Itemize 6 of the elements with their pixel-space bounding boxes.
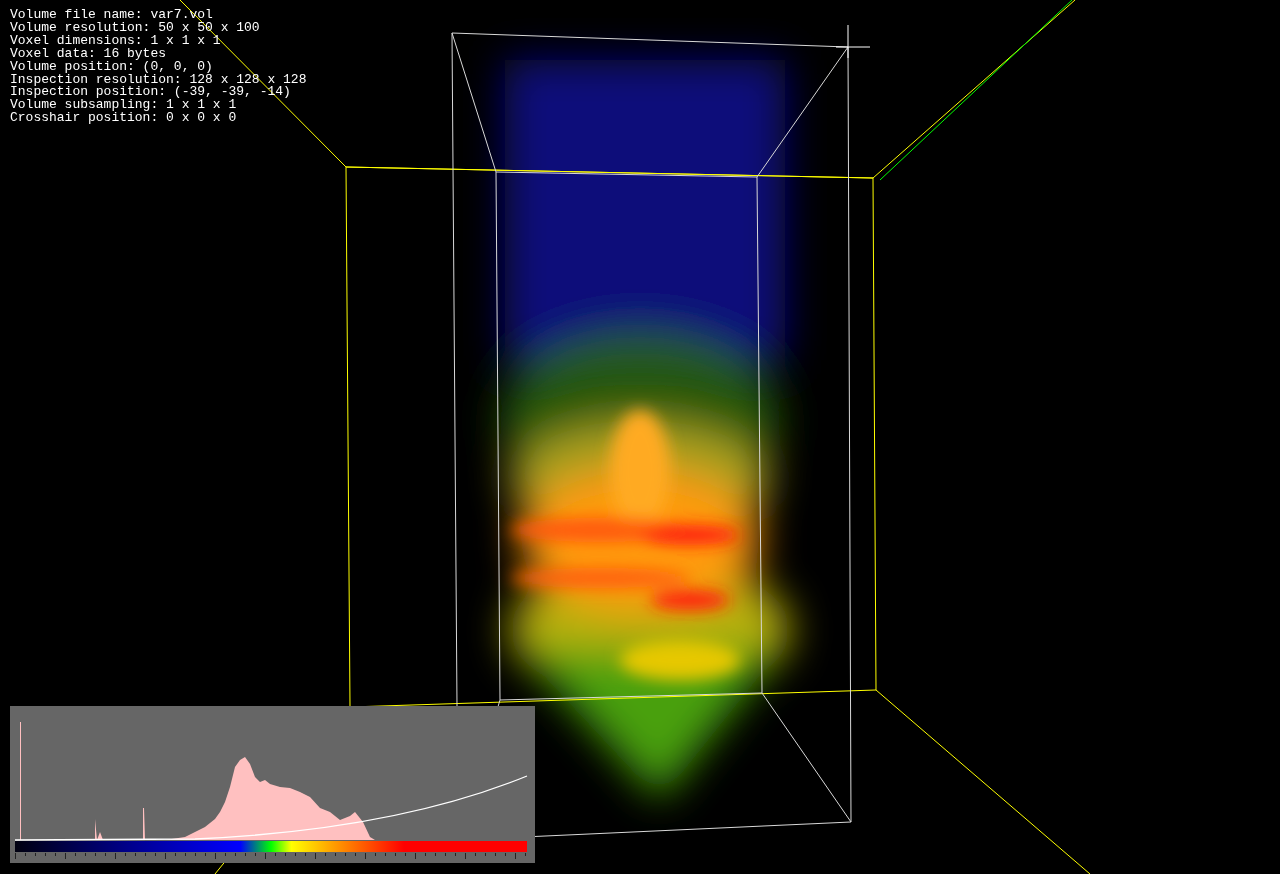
info-text: Inspection resolution: 128 x 128 x 128 <box>10 73 307 87</box>
info-text: Voxel data: 16 bytes <box>10 47 168 61</box>
crosshair-icon <box>835 24 871 59</box>
info-text: Voxel dimensions: 1 x 1 x 1 <box>10 34 222 48</box>
info-text: Volume position: (0, 0, 0) <box>10 60 214 74</box>
info-text: Crosshair position: 0 x 0 x 0 <box>10 112 238 126</box>
